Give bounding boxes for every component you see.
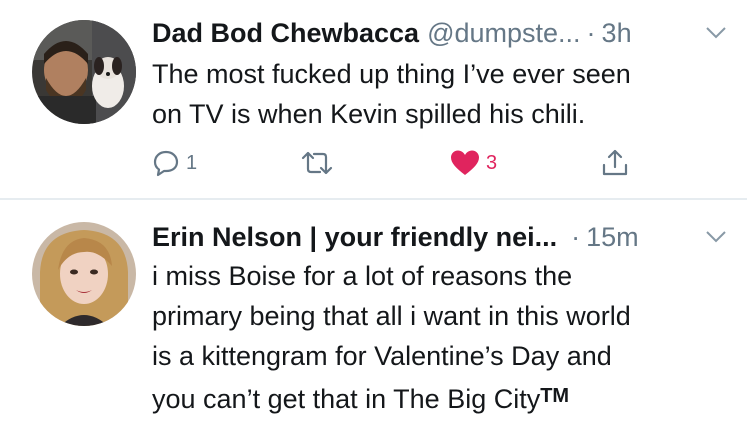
tweet-text-fragment: you can’t get that in The Big City xyxy=(152,384,541,414)
tweet-text: The most fucked up thing I’ve ever seen … xyxy=(152,54,723,134)
chevron-down-icon[interactable] xyxy=(705,26,727,40)
share-button[interactable] xyxy=(600,143,630,183)
avatar-image xyxy=(32,20,136,124)
tweet-text-line: i miss Boise for a lot of reasons the xyxy=(152,261,573,291)
separator: · xyxy=(571,222,581,252)
reply-button[interactable]: 1 xyxy=(152,143,197,183)
chevron-down-icon[interactable] xyxy=(705,230,727,244)
like-count: 3 xyxy=(486,151,498,174)
reply-count: 1 xyxy=(186,151,198,174)
tweet-text-line: on TV is when Kevin spilled his chili. xyxy=(152,99,586,129)
timestamp[interactable]: 3h xyxy=(602,18,632,49)
tweet-text: i miss Boise for a lot of reasons the pr… xyxy=(152,256,723,419)
separator: · xyxy=(586,18,596,48)
tweet-header: Erin Nelson | your friendly nei... · 15m xyxy=(152,222,727,256)
avatar-image xyxy=(32,222,136,326)
tweet-header: Dad Bod Chewbacca @dumpste... · 3h xyxy=(152,18,727,52)
timestamp[interactable]: 15m xyxy=(586,222,639,253)
avatar[interactable] xyxy=(32,222,136,326)
tweet-text-line: The most fucked up thing I’ve ever seen xyxy=(152,59,631,89)
tweet-actions: 1 3 xyxy=(152,143,727,183)
avatar[interactable] xyxy=(32,20,136,124)
author-name[interactable]: Erin Nelson | your friendly nei... xyxy=(152,222,557,253)
tweet[interactable]: Erin Nelson | your friendly nei... · 15m… xyxy=(0,200,747,430)
tweet-text-line: is a kittengram for Valentine’s Day and xyxy=(152,341,612,371)
author-handle[interactable]: @dumpste... xyxy=(427,18,580,49)
heart-icon xyxy=(451,150,479,175)
tweet-text-line: you can’t get that in The Big CityTM xyxy=(152,376,723,419)
like-button[interactable]: 3 xyxy=(450,143,497,183)
tweet[interactable]: Dad Bod Chewbacca @dumpste... · 3h The m… xyxy=(0,0,747,198)
reply-icon xyxy=(153,150,179,177)
retweet-icon xyxy=(301,151,333,175)
share-icon xyxy=(602,149,628,176)
retweet-button[interactable] xyxy=(300,143,334,183)
tweet-text-line: primary being that all i want in this wo… xyxy=(152,301,631,331)
trademark-symbol: TM xyxy=(540,385,570,407)
author-name[interactable]: Dad Bod Chewbacca xyxy=(152,18,419,49)
